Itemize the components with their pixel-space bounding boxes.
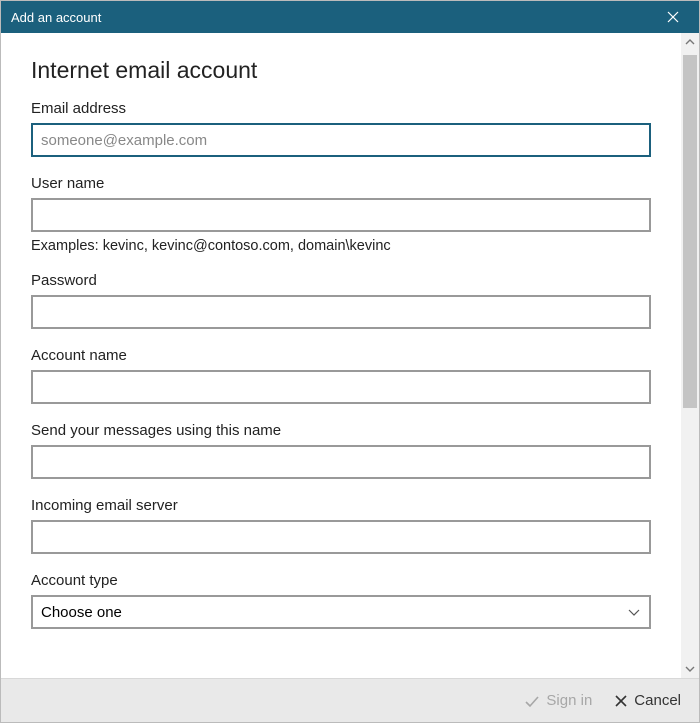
label-password: Password (31, 272, 651, 289)
footer: Sign in Cancel (1, 678, 699, 722)
window-title: Add an account (11, 10, 653, 25)
label-sendname: Send your messages using this name (31, 422, 651, 439)
label-accountname: Account name (31, 347, 651, 364)
label-accounttype: Account type (31, 572, 651, 589)
field-sendname: Send your messages using this name (31, 422, 651, 479)
page-title: Internet email account (31, 57, 651, 84)
field-password: Password (31, 272, 651, 329)
password-input[interactable] (31, 295, 651, 329)
signin-button[interactable]: Sign in (524, 692, 592, 709)
scroll-thumb[interactable] (683, 55, 697, 408)
username-helper: Examples: kevinc, kevinc@contoso.com, do… (31, 238, 651, 254)
close-button[interactable] (653, 1, 693, 33)
scroll-track[interactable] (681, 51, 699, 660)
field-accountname: Account name (31, 347, 651, 404)
cancel-icon (614, 694, 628, 708)
close-icon (667, 11, 679, 23)
signin-label: Sign in (546, 692, 592, 709)
field-username: User name (31, 175, 651, 232)
cancel-button[interactable]: Cancel (614, 692, 681, 709)
accounttype-select[interactable]: Choose one (31, 595, 651, 629)
accounttype-selected: Choose one (41, 604, 627, 621)
check-icon (524, 693, 540, 709)
sendname-input[interactable] (31, 445, 651, 479)
scrollbar[interactable] (681, 33, 699, 678)
label-incoming: Incoming email server (31, 497, 651, 514)
field-email: Email address (31, 100, 651, 157)
label-email: Email address (31, 100, 651, 117)
scroll-down-arrow-icon[interactable] (681, 660, 699, 678)
label-username: User name (31, 175, 651, 192)
titlebar: Add an account (1, 1, 699, 33)
scroll-up-arrow-icon[interactable] (681, 33, 699, 51)
form-area: Internet email account Email address Use… (1, 33, 681, 678)
incoming-input[interactable] (31, 520, 651, 554)
window-body: Internet email account Email address Use… (1, 33, 699, 678)
email-input[interactable] (31, 123, 651, 157)
username-input[interactable] (31, 198, 651, 232)
field-accounttype: Account type Choose one (31, 572, 651, 629)
accountname-input[interactable] (31, 370, 651, 404)
cancel-label: Cancel (634, 692, 681, 709)
field-incoming: Incoming email server (31, 497, 651, 554)
chevron-down-icon (627, 605, 641, 619)
